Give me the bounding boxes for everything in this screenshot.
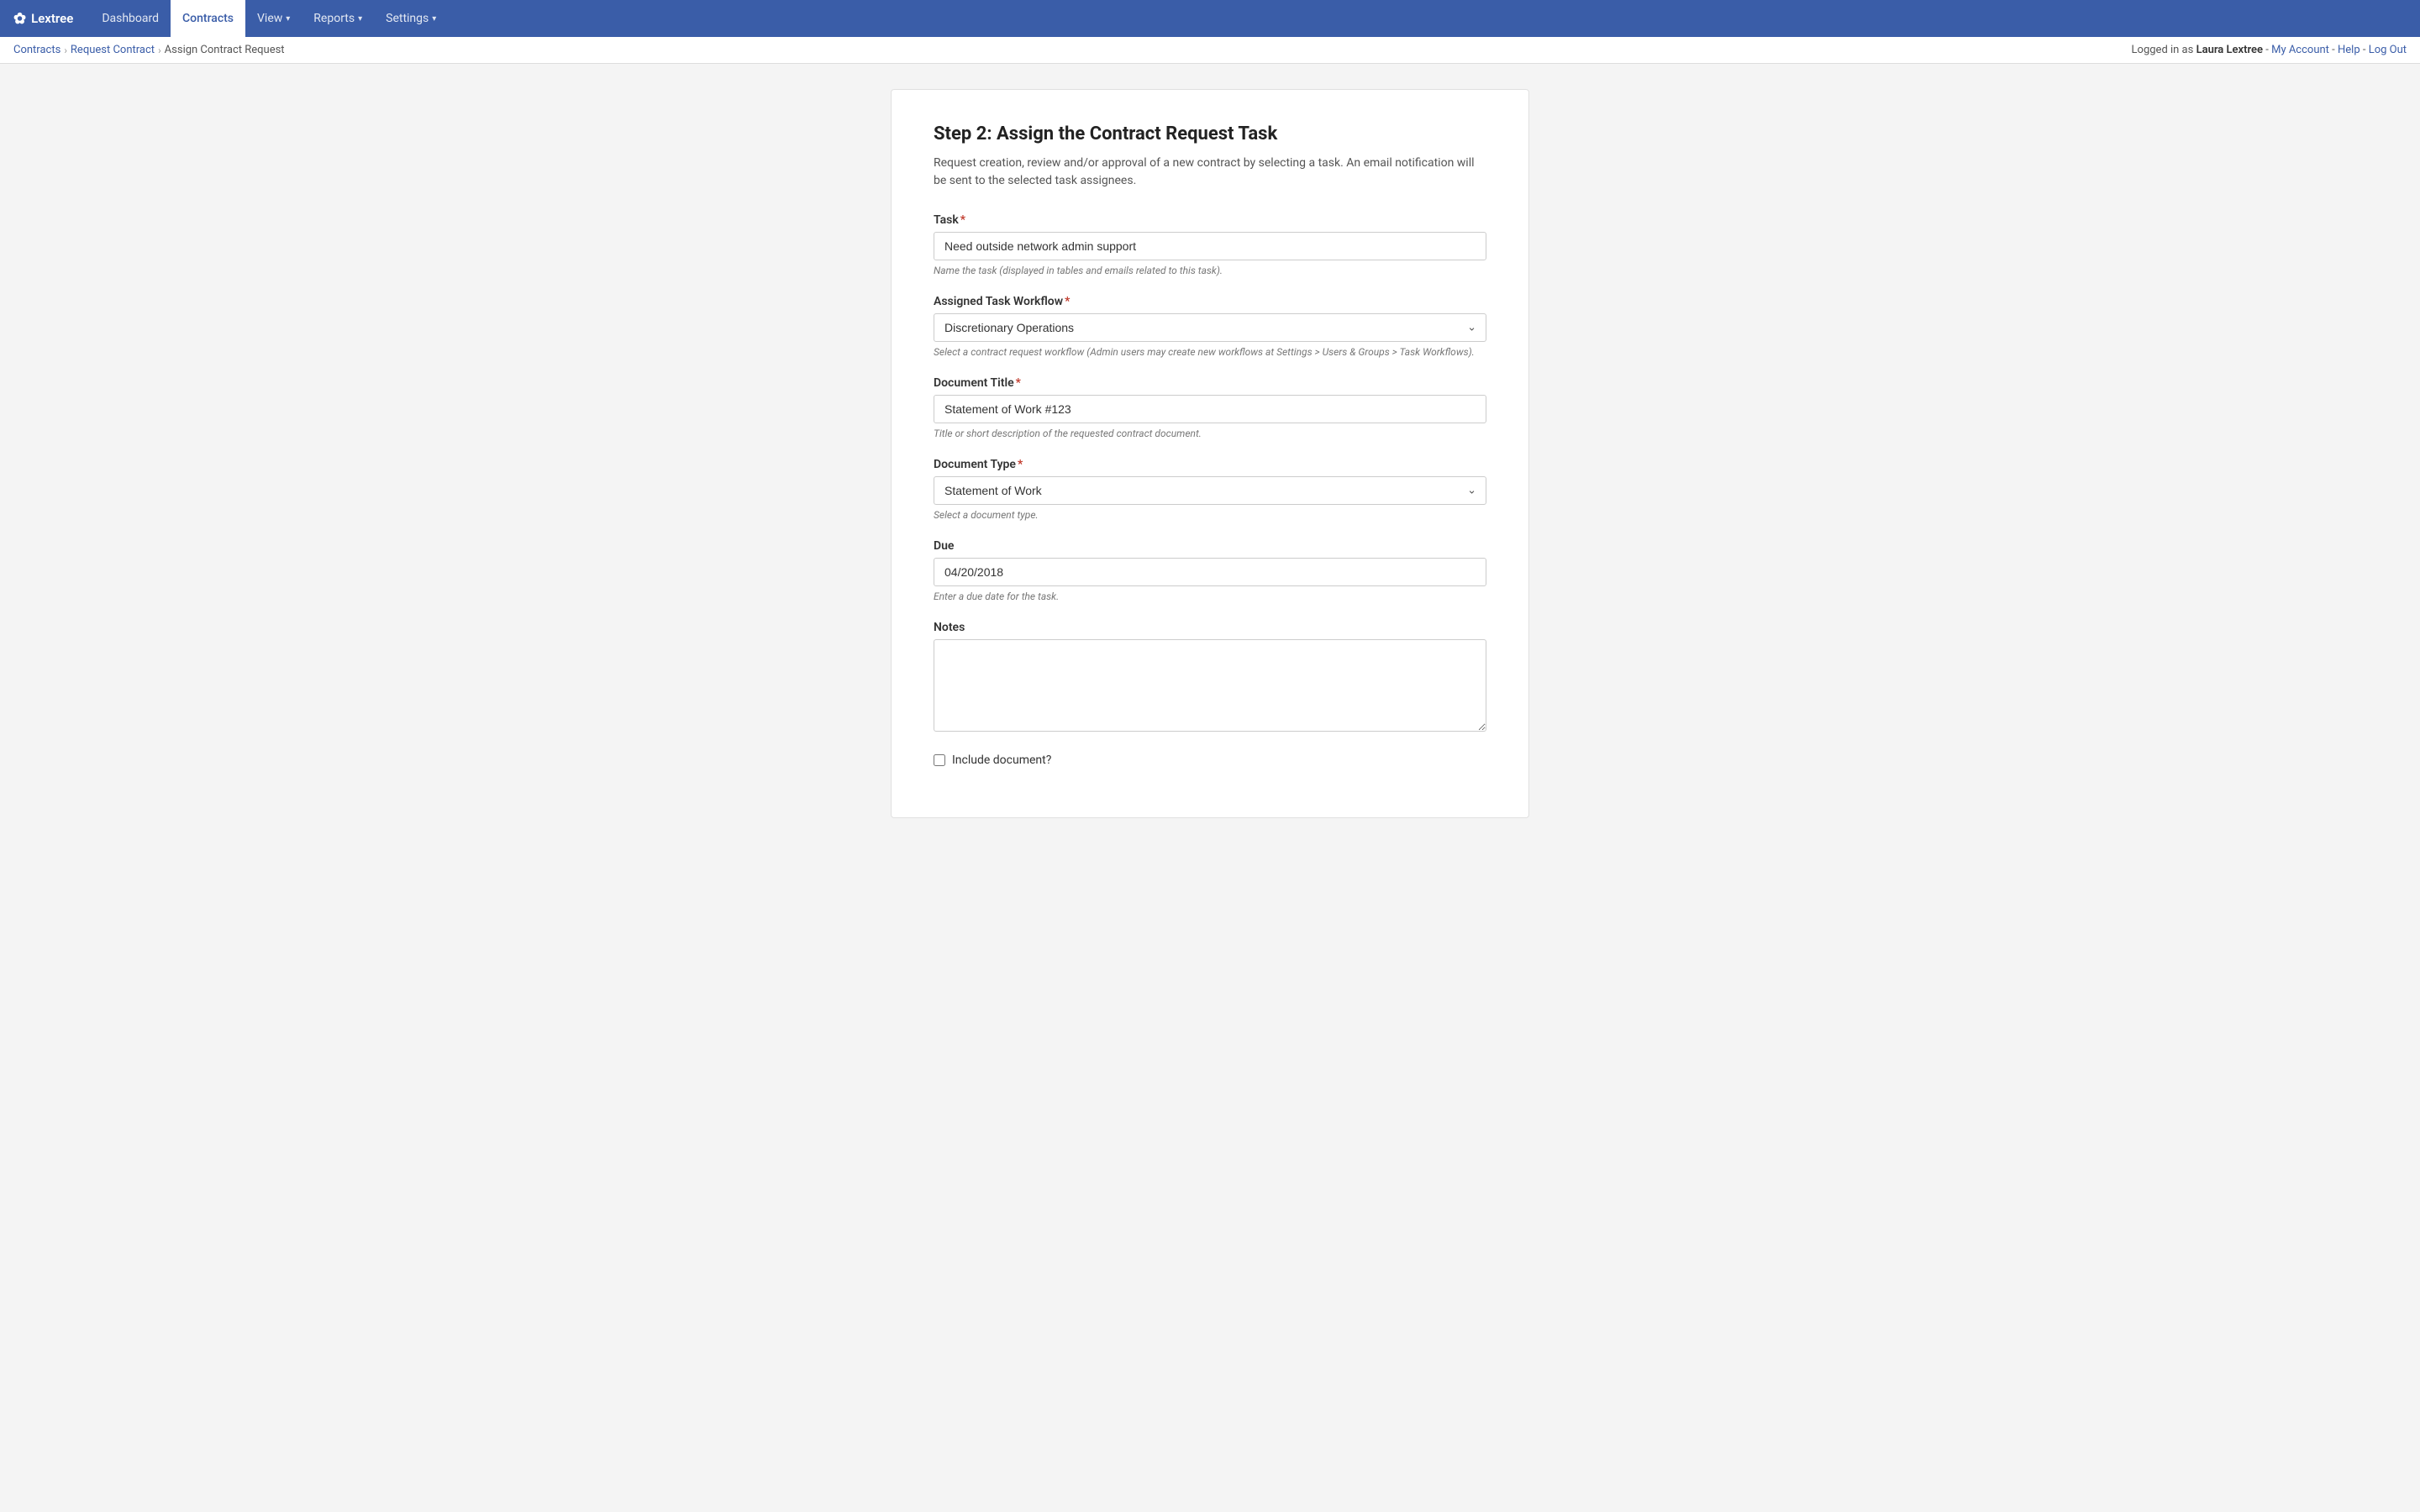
nav-label-view: View bbox=[257, 12, 282, 25]
document-title-required-marker: * bbox=[1016, 376, 1021, 390]
nav-label-dashboard: Dashboard bbox=[102, 12, 159, 25]
document-type-field-group: Document Type* Statement of Work Master … bbox=[934, 458, 1486, 521]
workflow-required-marker: * bbox=[1065, 295, 1070, 308]
help-link[interactable]: Help bbox=[2338, 44, 2360, 56]
document-title-field-group: Document Title* Title or short descripti… bbox=[934, 376, 1486, 439]
document-type-required-marker: * bbox=[1018, 458, 1023, 471]
log-out-link[interactable]: Log Out bbox=[2369, 44, 2407, 56]
nav-item-view[interactable]: View ▾ bbox=[245, 0, 302, 37]
page-title: Step 2: Assign the Contract Request Task bbox=[934, 123, 1486, 144]
nav-label-contracts: Contracts bbox=[182, 12, 234, 25]
due-input[interactable] bbox=[934, 558, 1486, 586]
workflow-hint: Select a contract request workflow (Admi… bbox=[934, 346, 1486, 358]
main-content: Step 2: Assign the Contract Request Task… bbox=[891, 89, 1529, 818]
document-type-label: Document Type* bbox=[934, 458, 1486, 471]
breadcrumb-sep-2: › bbox=[158, 45, 161, 56]
document-type-hint: Select a document type. bbox=[934, 509, 1486, 521]
task-input[interactable] bbox=[934, 232, 1486, 260]
nav-label-settings: Settings bbox=[386, 12, 429, 25]
include-document-row: Include document? bbox=[934, 753, 1486, 767]
brand-logo[interactable]: ✿ Lextree bbox=[13, 10, 73, 28]
breadcrumb: Contracts › Request Contract › Assign Co… bbox=[13, 44, 285, 56]
assign-task-form: Task* Name the task (displayed in tables… bbox=[934, 213, 1486, 767]
nav-item-dashboard[interactable]: Dashboard bbox=[90, 0, 171, 37]
due-hint: Enter a due date for the task. bbox=[934, 591, 1486, 602]
task-hint: Name the task (displayed in tables and e… bbox=[934, 265, 1486, 276]
breadcrumb-current: Assign Contract Request bbox=[165, 44, 285, 56]
due-label: Due bbox=[934, 539, 1486, 553]
auth-sep-2: - bbox=[2332, 44, 2338, 56]
workflow-select-wrapper: Discretionary Operations Standard Operat… bbox=[934, 313, 1486, 342]
nav-item-settings[interactable]: Settings ▾ bbox=[374, 0, 448, 37]
due-field-group: Due Enter a due date for the task. bbox=[934, 539, 1486, 602]
page-description: Request creation, review and/or approval… bbox=[934, 155, 1486, 190]
breadcrumb-contracts[interactable]: Contracts bbox=[13, 44, 60, 56]
auth-sep-3: - bbox=[2363, 44, 2369, 56]
breadcrumb-request-contract[interactable]: Request Contract bbox=[71, 44, 155, 56]
brand-icon: ✿ bbox=[13, 10, 26, 28]
nav-item-reports[interactable]: Reports ▾ bbox=[302, 0, 374, 37]
include-document-checkbox[interactable] bbox=[934, 754, 945, 766]
brand-name: Lextree bbox=[31, 11, 73, 26]
document-title-input[interactable] bbox=[934, 395, 1486, 423]
document-type-select[interactable]: Statement of Work Master Agreement Amend… bbox=[934, 476, 1486, 505]
settings-dropdown-icon: ▾ bbox=[432, 14, 436, 24]
breadcrumb-sep-1: › bbox=[64, 45, 67, 56]
task-field-group: Task* Name the task (displayed in tables… bbox=[934, 213, 1486, 276]
document-type-select-wrapper: Statement of Work Master Agreement Amend… bbox=[934, 476, 1486, 505]
task-required-marker: * bbox=[960, 213, 965, 227]
workflow-select[interactable]: Discretionary Operations Standard Operat… bbox=[934, 313, 1486, 342]
notes-field-group: Notes bbox=[934, 621, 1486, 735]
include-document-label[interactable]: Include document? bbox=[952, 753, 1051, 767]
top-nav: ✿ Lextree Dashboard Contracts View ▾ Rep… bbox=[0, 0, 2420, 37]
task-label: Task* bbox=[934, 213, 1486, 227]
workflow-label: Assigned Task Workflow* bbox=[934, 295, 1486, 308]
breadcrumb-bar: Contracts › Request Contract › Assign Co… bbox=[0, 37, 2420, 64]
nav-item-contracts[interactable]: Contracts bbox=[171, 0, 245, 37]
notes-textarea[interactable] bbox=[934, 639, 1486, 732]
my-account-link[interactable]: My Account bbox=[2271, 44, 2329, 56]
document-title-label: Document Title* bbox=[934, 376, 1486, 390]
notes-label: Notes bbox=[934, 621, 1486, 634]
auth-prefix: Logged in as bbox=[2132, 44, 2196, 56]
view-dropdown-icon: ▾ bbox=[286, 14, 290, 24]
auth-username: Laura Lextree bbox=[2196, 44, 2263, 56]
document-title-hint: Title or short description of the reques… bbox=[934, 428, 1486, 439]
nav-label-reports: Reports bbox=[313, 12, 355, 25]
auth-info: Logged in as Laura Lextree - My Account … bbox=[2132, 44, 2407, 56]
workflow-field-group: Assigned Task Workflow* Discretionary Op… bbox=[934, 295, 1486, 358]
reports-dropdown-icon: ▾ bbox=[358, 14, 362, 24]
